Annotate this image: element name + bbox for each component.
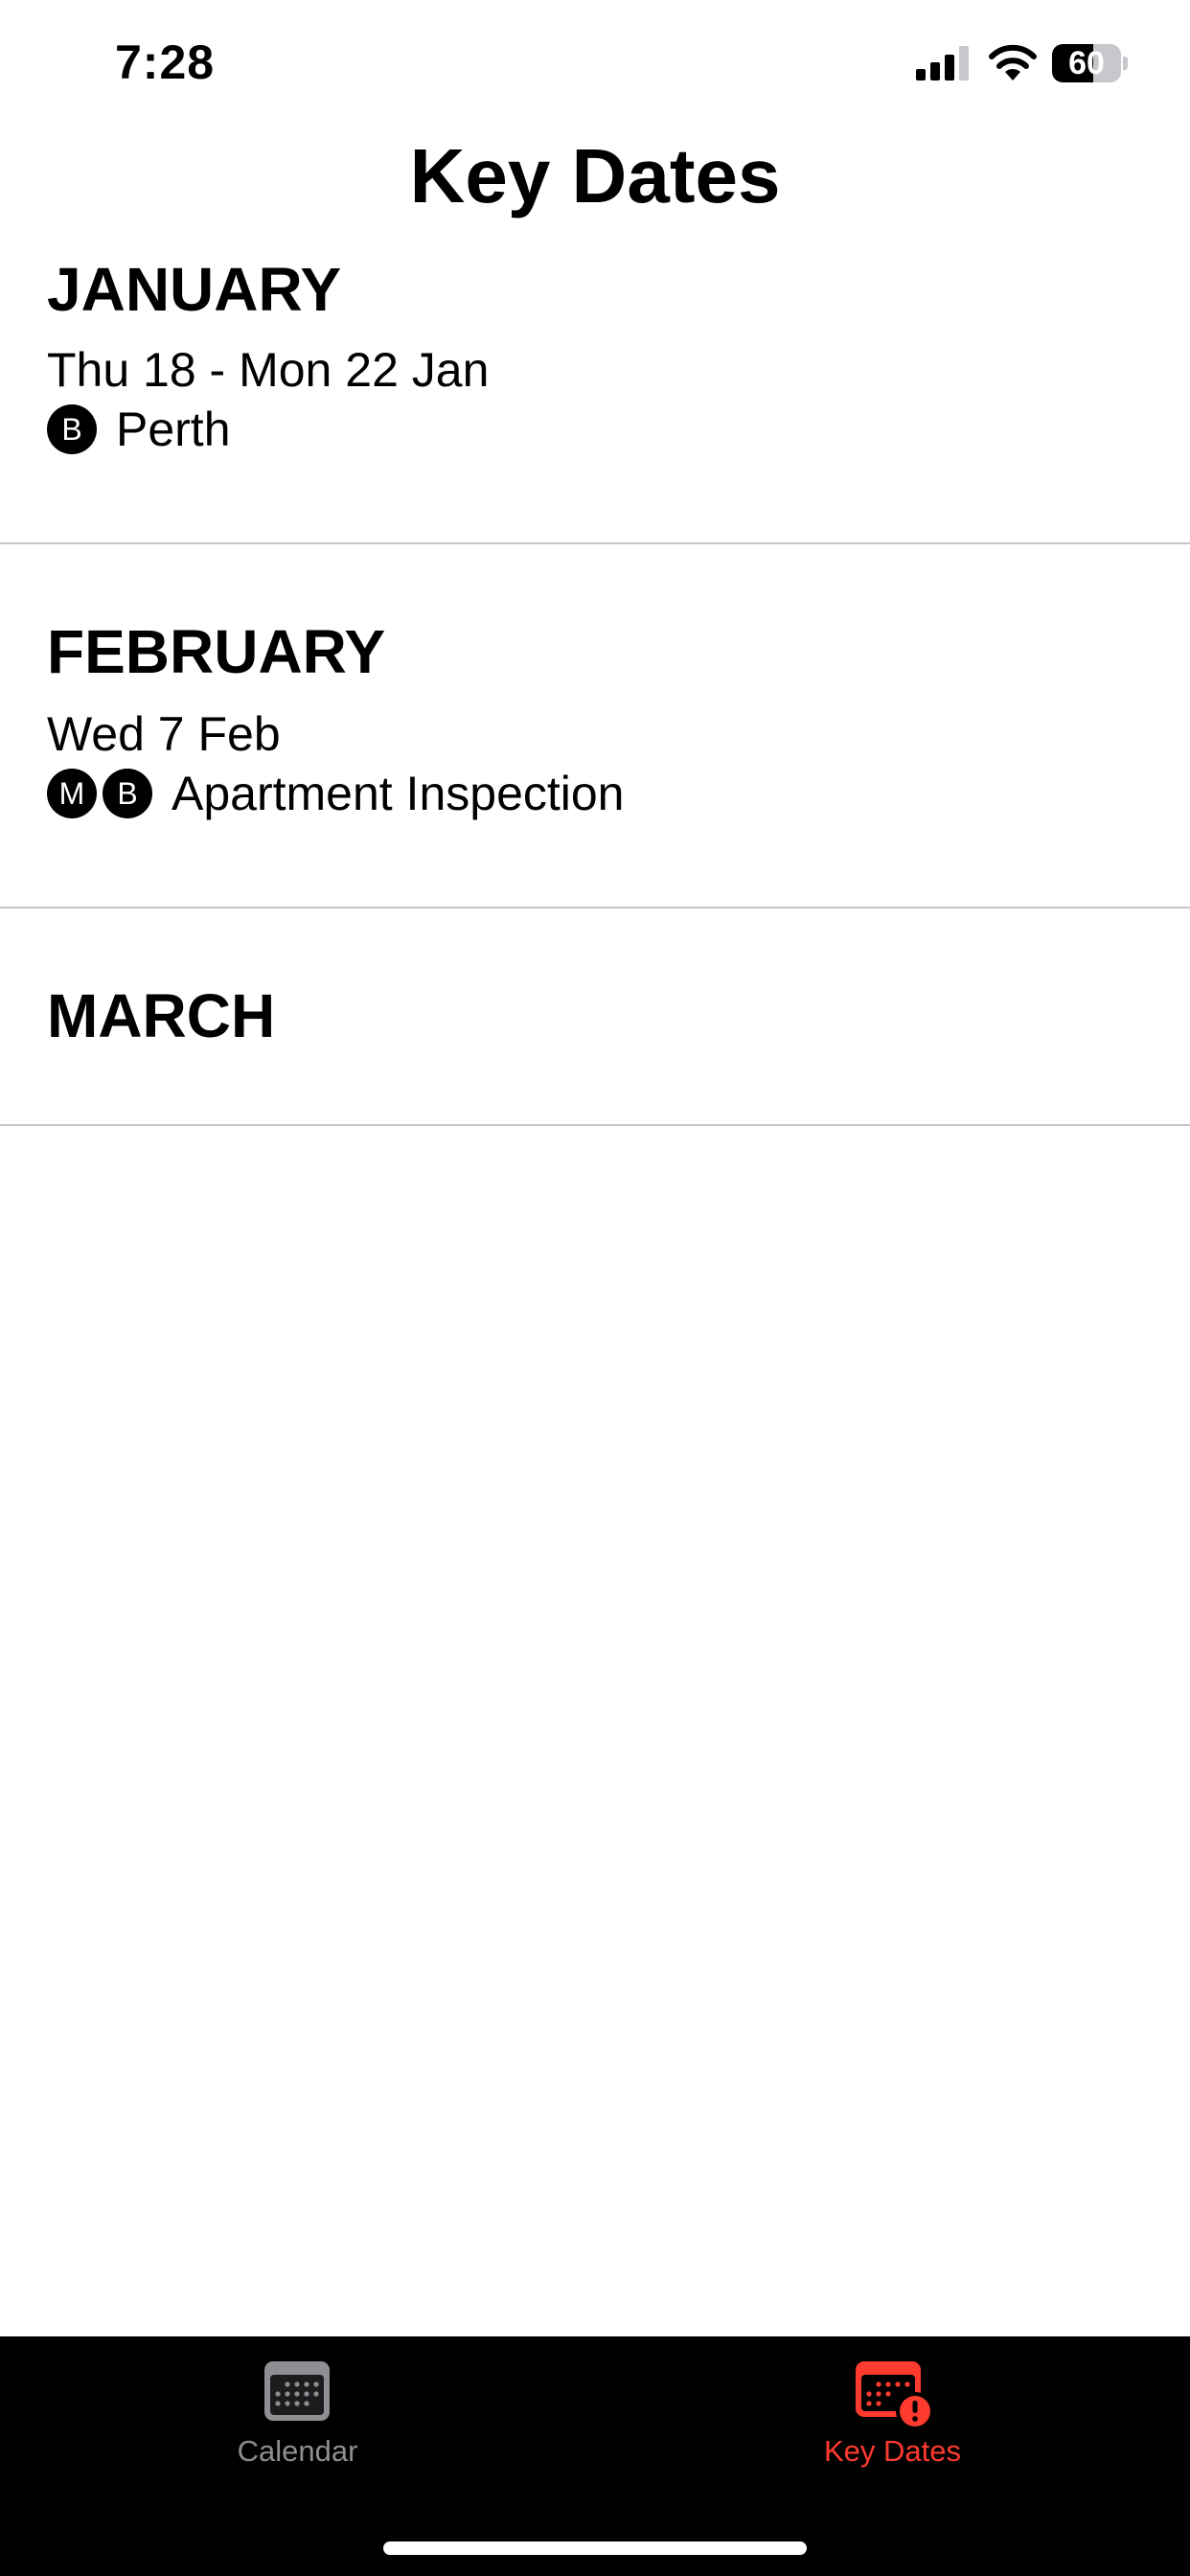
month-heading: JANUARY xyxy=(47,255,341,324)
divider xyxy=(0,542,1190,544)
tab-bar: Calendar Key Dates xyxy=(0,2336,1190,2576)
person-badge-b: B xyxy=(103,769,152,818)
calendar-icon xyxy=(264,2361,330,2421)
person-badge-b: B xyxy=(47,404,97,454)
battery-indicator: 60 xyxy=(1052,44,1129,82)
divider xyxy=(0,1124,1190,1126)
event-title: Apartment Inspection xyxy=(172,767,625,820)
wifi-icon xyxy=(989,44,1037,80)
month-heading: FEBRUARY xyxy=(47,617,386,686)
page-title: Key Dates xyxy=(409,133,781,218)
month-heading: MARCH xyxy=(47,981,276,1050)
tab-label: Key Dates xyxy=(823,2434,961,2468)
tab-calendar[interactable]: Calendar xyxy=(0,2336,595,2499)
status-time: 7:28 xyxy=(115,35,216,89)
cellular-signal-icon xyxy=(916,46,969,80)
home-indicator[interactable] xyxy=(383,2542,807,2555)
event-date: Thu 18 - Mon 22 Jan xyxy=(47,343,490,397)
status-bar: 7:28 60 xyxy=(0,0,1190,134)
calendar-alert-icon xyxy=(856,2361,934,2430)
event-date: Wed 7 Feb xyxy=(47,707,281,761)
person-badge-m: M xyxy=(47,769,97,818)
battery-percent: 60 xyxy=(1068,45,1105,81)
divider xyxy=(0,907,1190,908)
tab-key-dates[interactable]: Key Dates xyxy=(595,2336,1190,2499)
event-title: Perth xyxy=(116,402,231,456)
tab-label: Calendar xyxy=(237,2434,358,2468)
